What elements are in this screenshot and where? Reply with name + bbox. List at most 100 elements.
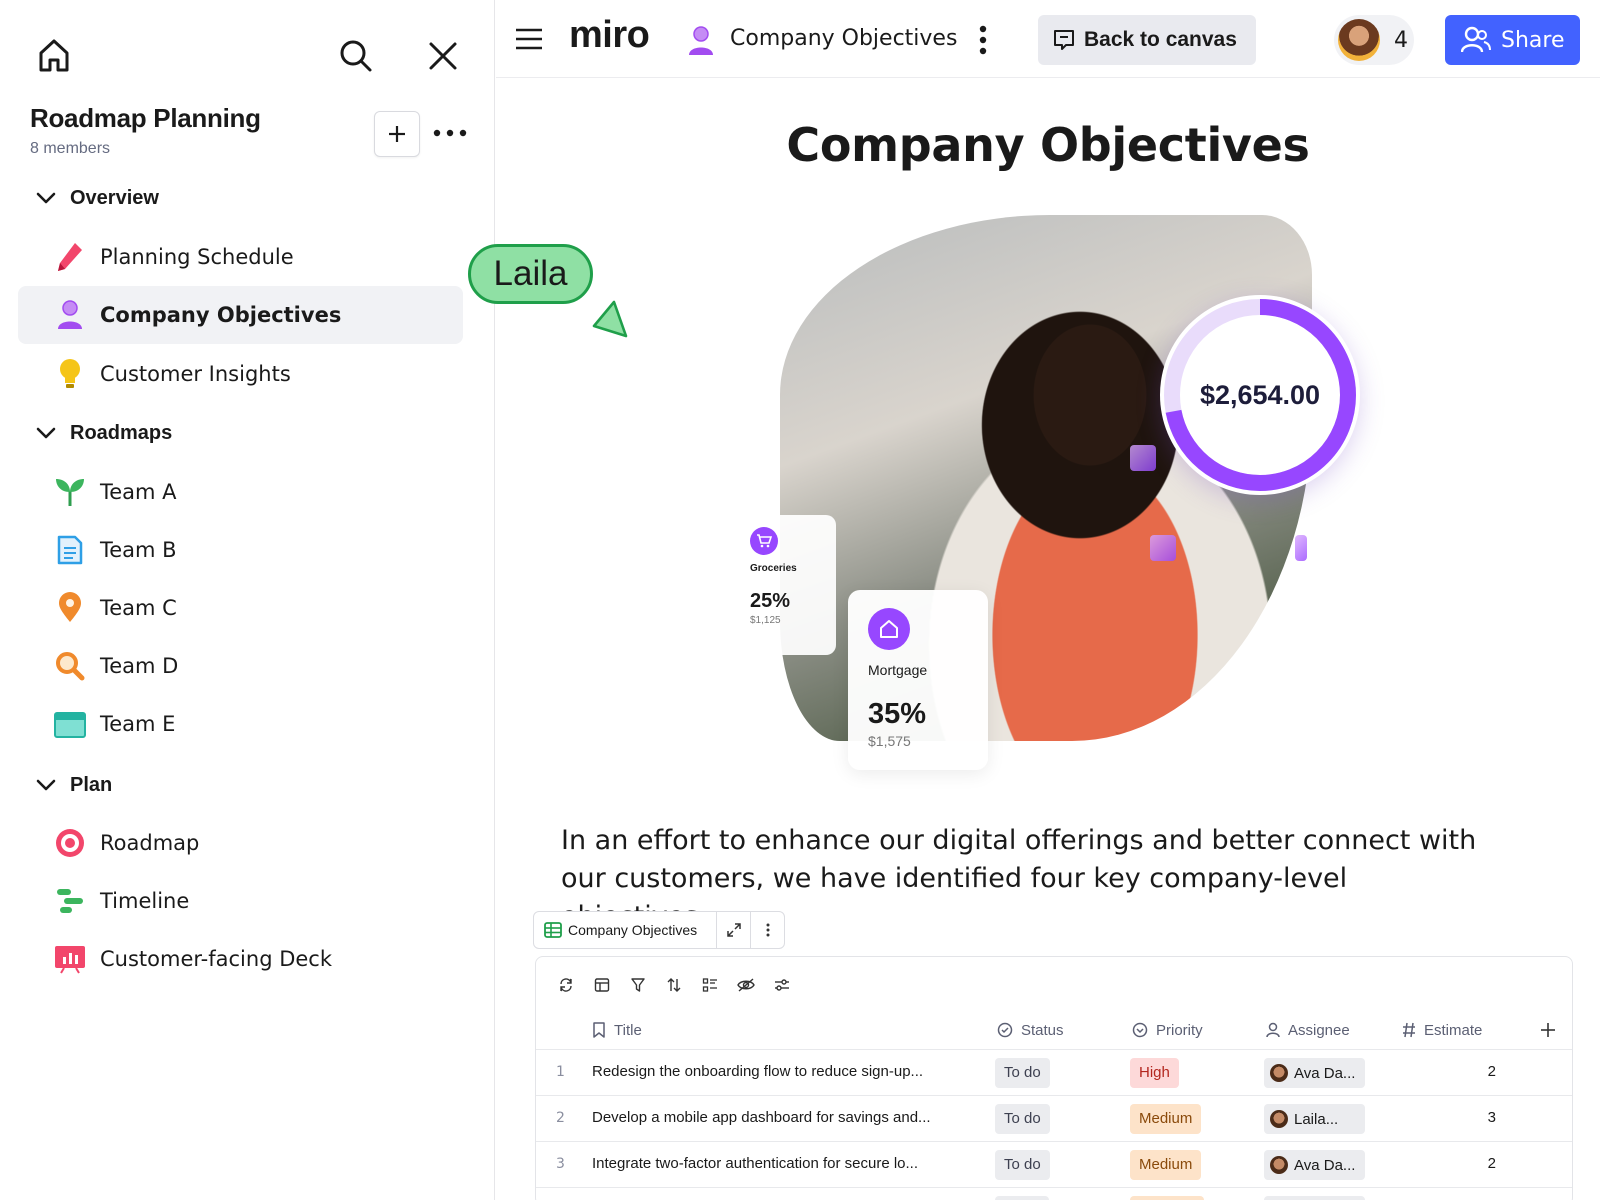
table-row[interactable]: 1 Redesign the onboarding flow to reduce… <box>536 1049 1572 1095</box>
table-icon <box>544 922 562 938</box>
estimate-value[interactable]: 3 <box>1436 1109 1496 1126</box>
section-overview[interactable]: Overview <box>34 181 159 215</box>
table-row[interactable]: 2 Develop a mobile app dashboard for sav… <box>536 1095 1572 1141</box>
more-vertical-icon[interactable] <box>968 20 998 60</box>
target-icon <box>54 827 86 859</box>
column-header-label: Title <box>614 1021 642 1039</box>
sidebar-item-label: Roadmap <box>100 831 200 855</box>
assignee-chip[interactable]: Ava Da... <box>1264 1058 1365 1088</box>
close-icon[interactable] <box>421 34 465 78</box>
priority-badge[interactable]: Medium <box>1130 1150 1202 1180</box>
sidebar-item-label: Team A <box>100 480 177 504</box>
row-title[interactable]: Integrate two-factor authentication for … <box>592 1155 918 1172</box>
filter-icon[interactable] <box>620 971 656 999</box>
sidebar-item-label: Planning Schedule <box>100 245 294 269</box>
column-header-assignee[interactable]: Assignee <box>1266 1011 1350 1049</box>
groceries-percent: 25% <box>750 590 791 612</box>
menu-icon[interactable] <box>512 22 546 56</box>
avatar <box>1338 19 1380 61</box>
magnifier-icon <box>54 650 86 682</box>
objectives-table: Title Status Priority Assignee Estimate … <box>535 956 1573 1200</box>
sidebar-item-company-objectives[interactable]: Company Objectives <box>18 286 463 344</box>
mortgage-percent: 35% <box>868 698 927 730</box>
document-title[interactable]: Company Objectives <box>730 26 957 51</box>
hide-fields-icon[interactable] <box>728 971 764 999</box>
canvas-icon <box>1054 30 1074 50</box>
donut-value: $2,654.00 <box>1199 379 1321 410</box>
sidebar-item-timeline[interactable]: Timeline <box>18 872 463 930</box>
board-members-count[interactable]: 8 members <box>30 140 110 158</box>
column-header-status[interactable]: Status <box>997 1011 1064 1049</box>
user-icon <box>688 26 716 55</box>
more-vertical-icon[interactable] <box>751 912 784 948</box>
sidebar-item-team-b[interactable]: Team B <box>18 521 463 579</box>
sidebar-item-label: Team D <box>100 654 179 678</box>
section-plan[interactable]: Plan <box>34 768 112 802</box>
balance-donut: $2,654.00 <box>1160 295 1360 495</box>
group-icon[interactable] <box>692 971 728 999</box>
sidebar-item-team-d[interactable]: Team D <box>18 637 463 695</box>
sidebar-item-planning-schedule[interactable]: Planning Schedule <box>18 228 463 286</box>
pencil-icon <box>54 241 86 273</box>
hero-image: $2,654.00 Groceries 25% $1,125 Mortgage … <box>740 215 1380 770</box>
column-header-priority[interactable]: Priority <box>1132 1011 1203 1049</box>
row-title[interactable]: Redesign the onboarding flow to reduce s… <box>592 1063 923 1080</box>
house-icon <box>868 608 910 650</box>
row-title[interactable]: Develop a mobile app dashboard for savin… <box>592 1109 931 1126</box>
priority-badge[interactable]: Medium <box>1130 1104 1202 1134</box>
cursor-arrow-icon <box>590 300 630 344</box>
collaborator-cursor-label: Laila <box>468 244 593 304</box>
home-icon[interactable] <box>32 34 76 78</box>
collaborators[interactable]: 4 <box>1334 15 1414 65</box>
groceries-card: Groceries 25% $1,125 <box>740 515 836 655</box>
assignee-chip[interactable]: Ava Da... <box>1264 1150 1365 1180</box>
assignee-chip[interactable]: Laila... <box>1264 1104 1365 1134</box>
board-more-button[interactable] <box>430 113 470 153</box>
priority-badge[interactable]: High <box>1130 1058 1179 1088</box>
person-icon <box>1266 1022 1280 1038</box>
status-icon <box>997 1022 1013 1038</box>
sidebar-item-team-c[interactable]: Team C <box>18 579 463 637</box>
table-row[interactable]: 3 Integrate two-factor authentication fo… <box>536 1141 1572 1187</box>
sync-icon[interactable] <box>548 971 584 999</box>
avatar <box>1270 1110 1288 1128</box>
sort-icon[interactable] <box>656 971 692 999</box>
sidebar-item-customer-facing-deck[interactable]: Customer-facing Deck <box>18 930 463 988</box>
search-icon[interactable] <box>334 34 378 78</box>
avatar <box>1270 1156 1288 1174</box>
sprout-icon <box>54 476 86 508</box>
add-page-button[interactable] <box>374 111 420 157</box>
miro-logo[interactable]: miro <box>569 14 650 57</box>
column-header-title[interactable]: Title <box>592 1011 642 1049</box>
column-header-estimate[interactable]: Estimate <box>1402 1011 1482 1049</box>
sidebar-item-roadmap[interactable]: Roadmap <box>18 814 463 872</box>
sidebar-item-customer-insights[interactable]: Customer Insights <box>18 345 463 403</box>
section-label: Plan <box>70 773 113 796</box>
column-header-label: Priority <box>1156 1021 1203 1039</box>
add-column-button[interactable] <box>1534 1016 1562 1044</box>
layout-icon[interactable] <box>584 971 620 999</box>
table-widget-header[interactable]: Company Objectives <box>533 911 785 949</box>
row-number: 3 <box>556 1156 565 1172</box>
status-badge[interactable]: To do <box>995 1150 1050 1180</box>
lightbulb-icon <box>54 358 86 390</box>
sidebar-item-team-e[interactable]: Team E <box>18 695 463 753</box>
back-to-canvas-button[interactable]: Back to canvas <box>1038 15 1256 65</box>
expand-icon[interactable] <box>717 912 750 948</box>
status-badge[interactable]: To do <box>995 1104 1050 1134</box>
status-badge[interactable]: To do <box>995 1058 1050 1088</box>
settings-sliders-icon[interactable] <box>764 971 800 999</box>
sidebar-item-label: Customer Insights <box>100 362 291 386</box>
estimate-value[interactable]: 2 <box>1436 1155 1496 1172</box>
share-button[interactable]: Share <box>1445 15 1580 65</box>
plus-icon <box>389 126 405 142</box>
section-roadmaps[interactable]: Roadmaps <box>34 416 172 450</box>
sidebar: Roadmap Planning 8 members Overview Plan… <box>0 0 495 1200</box>
calendar-icon <box>54 708 86 740</box>
assignee-name: Ava Da... <box>1294 1156 1356 1174</box>
chevron-down-icon <box>34 421 58 445</box>
sidebar-item-team-a[interactable]: Team A <box>18 463 463 521</box>
board-name: Roadmap Planning <box>30 103 261 133</box>
estimate-value[interactable]: 2 <box>1436 1063 1496 1080</box>
row-number: 2 <box>556 1110 565 1126</box>
